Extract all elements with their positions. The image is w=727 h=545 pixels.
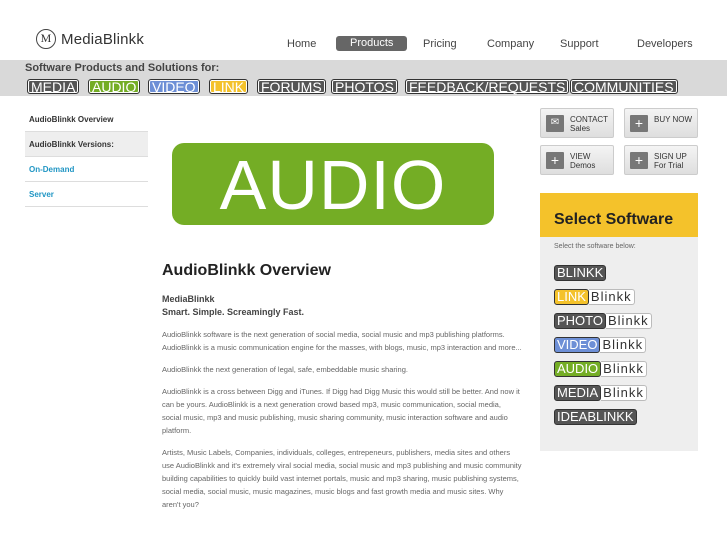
- software-photoblinkk[interactable]: PHOTO Blinkk: [554, 313, 652, 329]
- sign-up-button[interactable]: + SIGN UP For Trial: [624, 145, 698, 175]
- software-suffix: Blinkk: [606, 313, 652, 329]
- select-software-hint: Select the software below:: [554, 243, 636, 250]
- plus-icon: +: [630, 115, 648, 132]
- software-mediablinkk[interactable]: MEDIA Blinkk: [554, 385, 647, 401]
- software-label: MEDIA: [554, 385, 602, 401]
- audio-hero-banner: AUDIO: [172, 143, 494, 225]
- nav-pricing[interactable]: Pricing: [423, 38, 457, 50]
- buy-now-button[interactable]: + BUY NOW: [624, 108, 698, 138]
- nav-home[interactable]: Home: [287, 38, 316, 50]
- software-suffix: Blinkk: [601, 361, 647, 377]
- view-line1: VIEW: [570, 152, 591, 161]
- top-nav: Home Products Pricing Company Support De…: [0, 36, 727, 52]
- nav-products[interactable]: Products: [336, 36, 408, 51]
- plus-icon: +: [630, 152, 648, 169]
- software-label: PHOTO: [554, 313, 606, 329]
- software-ideablinkk[interactable]: IDEABLINKK: [554, 409, 637, 425]
- nav-developers[interactable]: Developers: [637, 38, 693, 50]
- category-photos[interactable]: PHOTOS: [331, 79, 398, 95]
- page-title: AudioBlinkk Overview: [162, 262, 331, 279]
- paragraph: AudioBlinkk software is the next generat…: [162, 330, 522, 352]
- category-bar-title: Software Products and Solutions for:: [25, 62, 220, 74]
- buy-line1: BUY NOW: [654, 115, 693, 124]
- software-label: LINK: [554, 289, 589, 305]
- software-audioblinkk[interactable]: AUDIO Blinkk: [554, 361, 647, 377]
- contact-line2: Sales: [570, 124, 591, 133]
- main-content: AudioBlinkk Overview MediaBlinkk Smart. …: [162, 262, 522, 511]
- signup-line2: For Trial: [654, 161, 684, 170]
- software-label: IDEABLINKK: [554, 409, 637, 425]
- select-software-title: Select Software: [540, 193, 698, 237]
- software-linkblinkk[interactable]: LINK Blinkk: [554, 289, 635, 305]
- category-communities[interactable]: COMMUNITIES: [570, 79, 678, 95]
- software-videoblinkk[interactable]: VIDEO Blinkk: [554, 337, 647, 353]
- company-name: MediaBlinkk: [162, 294, 215, 304]
- tagline: Smart. Simple. Screamingly Fast.: [162, 307, 305, 317]
- contact-sales-button[interactable]: ✉ CONTACT Sales: [540, 108, 614, 138]
- sidebar-item-server[interactable]: Server: [25, 182, 148, 207]
- software-label: AUDIO: [554, 361, 602, 377]
- sidebar-item-versions: AudioBlinkk Versions:: [25, 132, 148, 157]
- software-suffix: Blinkk: [588, 289, 635, 305]
- software-label: VIDEO: [554, 337, 601, 353]
- nav-support[interactable]: Support: [560, 38, 599, 50]
- category-video[interactable]: VIDEO: [148, 79, 200, 95]
- view-line2: Demos: [570, 161, 596, 170]
- left-sidebar: AudioBlinkk Overview AudioBlinkk Version…: [25, 107, 148, 207]
- software-label: BLINKK: [554, 265, 607, 281]
- contact-line1: CONTACT: [570, 115, 609, 124]
- sidebar-item-on-demand[interactable]: On-Demand: [25, 157, 148, 182]
- paragraph: AudioBlinkk the next generation of legal…: [162, 365, 408, 374]
- paragraph: AudioBlinkk is a cross between Digg and …: [162, 387, 520, 435]
- signup-line1: SIGN UP: [654, 152, 687, 161]
- sidebar-item-overview[interactable]: AudioBlinkk Overview: [25, 107, 148, 132]
- category-feedback-requests[interactable]: FEEDBACK/REQUESTS: [405, 79, 570, 95]
- nav-company[interactable]: Company: [487, 38, 534, 50]
- category-link[interactable]: LINK: [209, 79, 249, 95]
- select-software-panel: Select Software Select the software belo…: [540, 193, 698, 451]
- category-forums[interactable]: FORUMS: [257, 79, 326, 95]
- paragraph: Artists, Music Labels, Companies, indivi…: [162, 448, 522, 509]
- mail-icon: ✉: [546, 115, 564, 132]
- category-bar: Software Products and Solutions for: MED…: [0, 60, 727, 96]
- plus-icon: +: [546, 152, 564, 169]
- category-media[interactable]: MEDIA: [27, 79, 80, 95]
- software-blinkk[interactable]: BLINKK: [554, 265, 607, 281]
- category-audio[interactable]: AUDIO: [88, 79, 141, 95]
- software-suffix: Blinkk: [601, 385, 647, 401]
- software-suffix: Blinkk: [600, 337, 647, 353]
- view-demos-button[interactable]: + VIEW Demos: [540, 145, 614, 175]
